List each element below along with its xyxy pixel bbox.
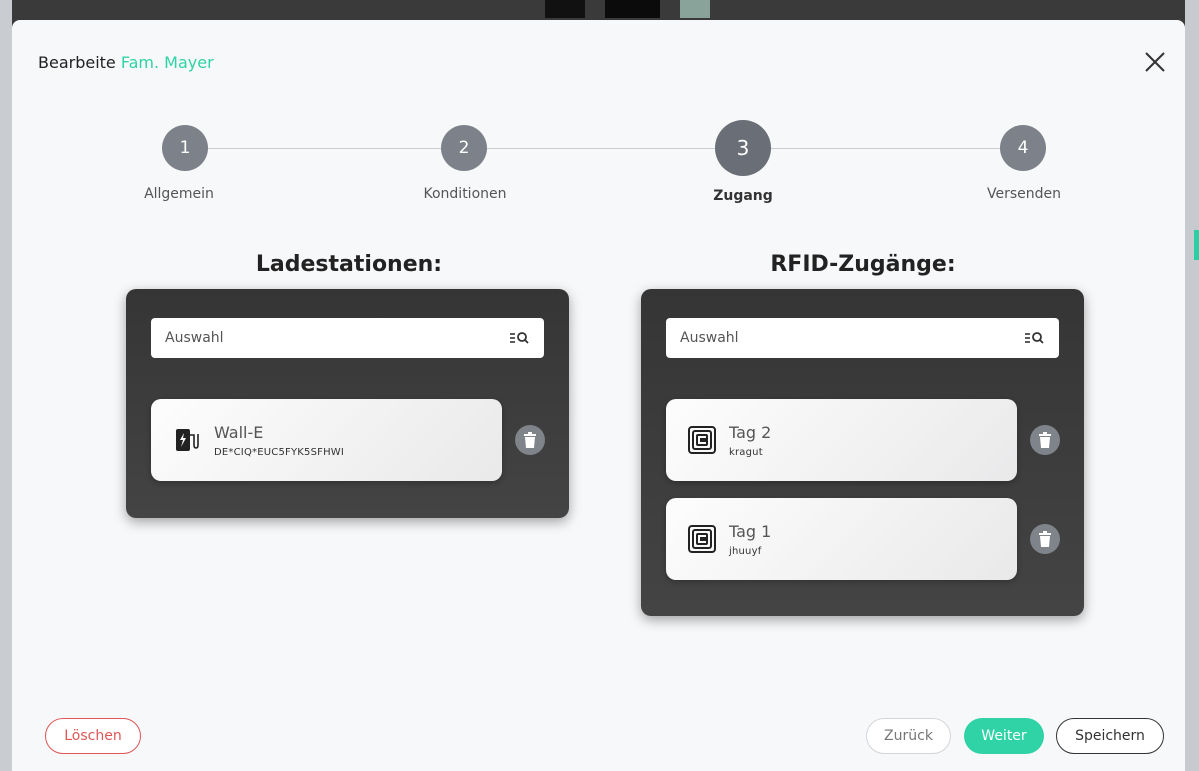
close-button[interactable]	[1143, 50, 1167, 74]
rfid-id: jhuuyf	[729, 546, 762, 557]
step-3[interactable]: 3	[715, 120, 771, 176]
step-label-3: Zugang	[713, 188, 773, 204]
trash-icon	[524, 432, 536, 448]
delete-rfid-button[interactable]	[1030, 524, 1060, 554]
step-connector	[208, 148, 441, 149]
step-1[interactable]: 1	[162, 125, 208, 171]
stepper: 1 2 3 4 Allgemein Konditionen Zugang Ver…	[12, 120, 1185, 214]
edit-modal: Bearbeite Fam. Mayer 1 2 3 4 Allgemein K…	[12, 20, 1185, 771]
save-button[interactable]: Speichern	[1056, 718, 1164, 754]
rfid-search-input[interactable]: Auswahl	[666, 318, 1059, 358]
trash-icon	[1039, 531, 1051, 547]
rfid-card[interactable]: Tag 1 jhuuyf	[666, 498, 1017, 580]
rfid-title: RFID-Zugänge:	[770, 252, 956, 277]
rfid-tag-icon	[688, 525, 716, 553]
step-2[interactable]: 2	[441, 125, 487, 171]
rfid-panel: Auswahl Tag 2 kragut Tag 1 jhuuyf	[641, 289, 1084, 616]
delete-rfid-button[interactable]	[1030, 425, 1060, 455]
step-label-4: Versenden	[986, 186, 1062, 202]
delete-ladestation-button[interactable]	[515, 425, 545, 455]
modal-title: Bearbeite Fam. Mayer	[38, 53, 214, 72]
ladestationen-panel: Auswahl Wall-E DE*CIQ*EUC5FYK5SFHWI	[126, 289, 569, 518]
delete-button[interactable]: Löschen	[45, 718, 141, 754]
filter-search-icon[interactable]	[510, 331, 530, 345]
step-label-2: Konditionen	[423, 186, 507, 202]
ladestation-name: Wall-E	[214, 423, 264, 442]
close-icon	[1145, 52, 1165, 72]
ev-charger-icon	[176, 429, 199, 451]
step-label-1: Allgemein	[144, 186, 214, 202]
ladestation-card[interactable]: Wall-E DE*CIQ*EUC5FYK5SFHWI	[151, 399, 502, 481]
rfid-card[interactable]: Tag 2 kragut	[666, 399, 1017, 481]
title-customer-name: Fam. Mayer	[120, 53, 214, 72]
rfid-name: Tag 2	[729, 423, 772, 442]
step-connector	[487, 148, 718, 149]
step-4[interactable]: 4	[1000, 125, 1046, 171]
back-button[interactable]: Zurück	[866, 718, 951, 754]
title-prefix: Bearbeite	[38, 53, 116, 72]
filter-search-icon[interactable]	[1025, 331, 1045, 345]
ladestation-id: DE*CIQ*EUC5FYK5SFHWI	[214, 447, 345, 458]
search-placeholder: Auswahl	[680, 330, 739, 346]
search-placeholder: Auswahl	[165, 330, 224, 346]
rfid-name: Tag 1	[729, 522, 772, 541]
ladestationen-title: Ladestationen:	[255, 252, 443, 277]
rfid-id: kragut	[729, 447, 763, 458]
ladestationen-search-input[interactable]: Auswahl	[151, 318, 544, 358]
rfid-tag-icon	[688, 426, 716, 454]
step-connector	[770, 148, 1000, 149]
trash-icon	[1039, 432, 1051, 448]
next-button[interactable]: Weiter	[964, 718, 1044, 754]
